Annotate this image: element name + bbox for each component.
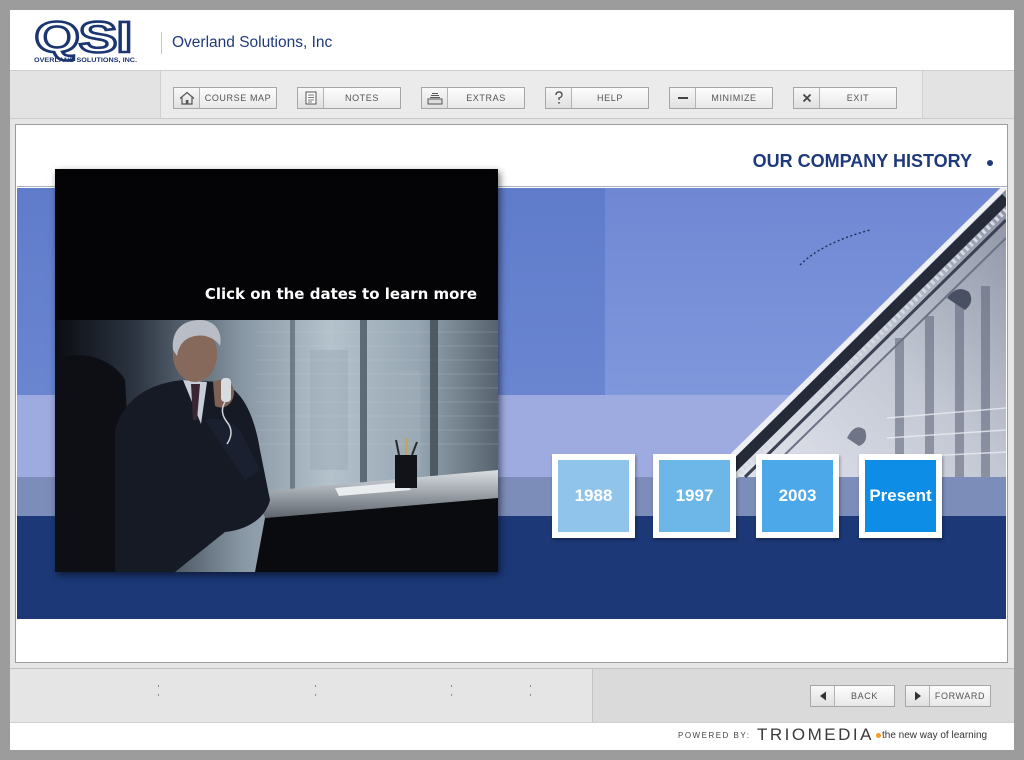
minus-icon bbox=[670, 88, 696, 108]
course-map-button[interactable]: COURSE MAP bbox=[173, 87, 277, 109]
company-logo: QSI OVERLAND SOLUTIONS, INC. bbox=[33, 16, 137, 64]
extras-button[interactable]: EXTRAS bbox=[421, 87, 525, 109]
date-tile-1988[interactable]: 1988 bbox=[552, 454, 635, 538]
footer-divider bbox=[451, 685, 452, 687]
logo-tagline: OVERLAND SOLUTIONS, INC. bbox=[34, 57, 137, 64]
footer-divider bbox=[530, 694, 531, 696]
footer-divider bbox=[158, 685, 159, 687]
title-bullet bbox=[987, 160, 993, 166]
tray-icon bbox=[422, 88, 448, 108]
brand-name: TRIOMEDIA bbox=[757, 725, 874, 744]
footer-divider bbox=[315, 694, 316, 696]
date-tile-present[interactable]: Present bbox=[859, 454, 942, 538]
date-tile-1997[interactable]: 1997 bbox=[653, 454, 736, 538]
arrow-left-icon bbox=[811, 686, 835, 706]
notes-label: NOTES bbox=[344, 93, 379, 103]
page-title: OUR COMPANY HISTORY bbox=[752, 151, 972, 171]
footer-divider bbox=[451, 694, 452, 696]
forward-button[interactable]: FORWARD bbox=[905, 685, 991, 707]
date-label: 1997 bbox=[659, 460, 730, 532]
extras-label: EXTRAS bbox=[466, 93, 506, 103]
date-tile-2003[interactable]: 2003 bbox=[756, 454, 839, 538]
footer-divider bbox=[158, 694, 159, 696]
footer-divider bbox=[530, 685, 531, 687]
brand-tagline: the new way of learning bbox=[882, 730, 988, 741]
instruction-text: Click on the dates to learn more bbox=[204, 285, 477, 303]
header-separator bbox=[161, 32, 162, 54]
video-panel: Click on the dates to learn more bbox=[55, 169, 498, 572]
minimize-button[interactable]: MINIMIZE bbox=[669, 87, 773, 109]
office-photo bbox=[55, 320, 498, 572]
help-label: HELP bbox=[597, 93, 623, 103]
exit-label: EXIT bbox=[846, 93, 870, 103]
back-label: BACK bbox=[851, 691, 878, 701]
arrow-right-icon bbox=[906, 686, 930, 706]
exit-button[interactable]: EXIT bbox=[793, 87, 897, 109]
help-button[interactable]: HELP bbox=[545, 87, 649, 109]
date-label: 1988 bbox=[558, 460, 629, 532]
back-button[interactable]: BACK bbox=[810, 685, 895, 707]
forward-label: FORWARD bbox=[934, 691, 986, 701]
course-map-label: COURSE MAP bbox=[204, 93, 272, 103]
company-name: Overland Solutions, Inc bbox=[172, 34, 333, 51]
logo-mark: QSI bbox=[34, 16, 131, 61]
document-icon bbox=[298, 88, 324, 108]
date-label: 2003 bbox=[762, 460, 833, 532]
powered-by-label: POWERED BY: bbox=[678, 731, 751, 740]
brand-dot bbox=[876, 733, 881, 738]
home-icon bbox=[174, 88, 200, 108]
close-icon bbox=[794, 88, 820, 108]
question-icon bbox=[546, 88, 572, 108]
notes-button[interactable]: NOTES bbox=[297, 87, 401, 109]
footer-divider bbox=[315, 685, 316, 687]
minimize-label: MINIMIZE bbox=[711, 93, 757, 103]
date-label: Present bbox=[865, 460, 936, 532]
